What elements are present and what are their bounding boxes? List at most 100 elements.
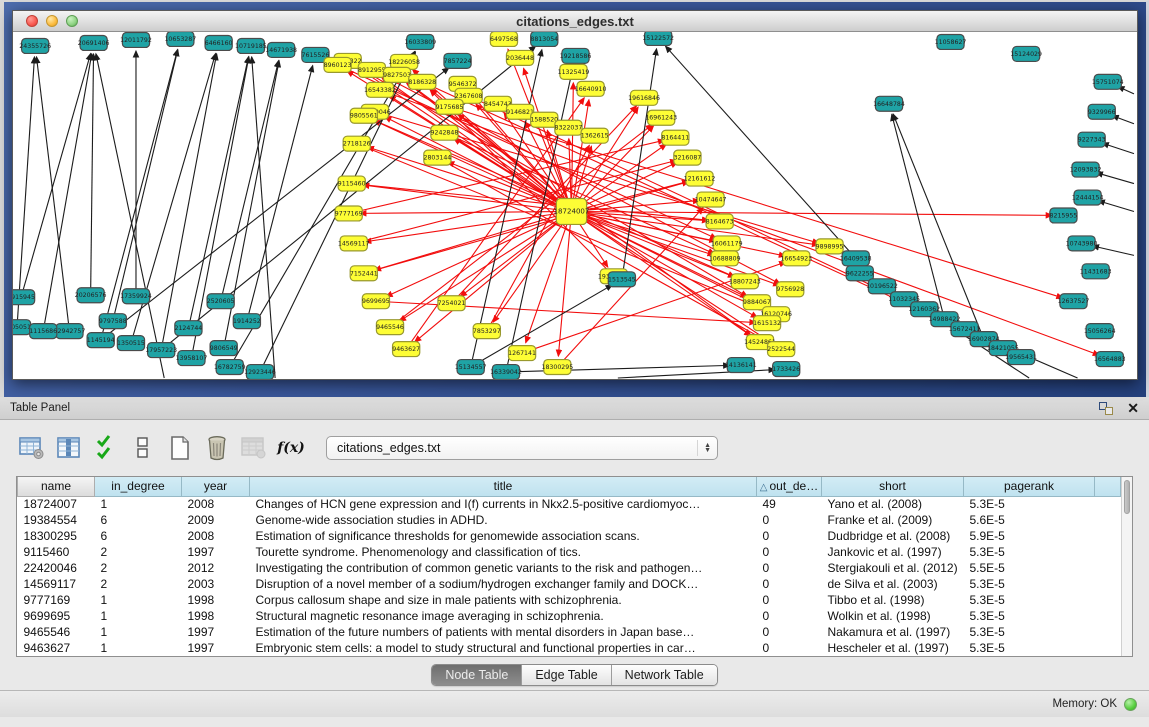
graph-node[interactable]: 16648784: [873, 96, 905, 111]
graph-node[interactable]: 10719185: [235, 38, 267, 53]
graph-node[interactable]: 16061179: [711, 236, 743, 251]
table-cell[interactable]: 0: [757, 624, 822, 640]
graph-hub-node[interactable]: 18724007: [554, 199, 590, 225]
table-cell[interactable]: 0: [757, 592, 822, 608]
graph-node[interactable]: 16409538: [840, 251, 872, 266]
graph-node[interactable]: 2520605: [207, 294, 235, 309]
graph-node[interactable]: 20691406: [78, 35, 110, 50]
graph-node[interactable]: 1267141: [508, 346, 536, 361]
graph-node[interactable]: 9756928: [776, 282, 804, 297]
table-scrollbar[interactable]: [1121, 477, 1132, 656]
table-cell[interactable]: Disruption of a novel member of a sodium…: [250, 576, 757, 592]
table-cell[interactable]: 0: [757, 544, 822, 560]
graph-node[interactable]: 1615132: [753, 316, 781, 331]
table-cell[interactable]: 5.6E-5: [964, 512, 1095, 528]
graph-node[interactable]: 6466160: [205, 35, 233, 50]
import-table-icon[interactable]: [240, 434, 268, 462]
network-canvas[interactable]: 2435572620691406120117921065328764661601…: [13, 32, 1137, 379]
table-cell[interactable]: 1998: [182, 608, 250, 624]
column-header-short[interactable]: short: [822, 477, 964, 496]
table-cell[interactable]: 5.9E-5: [964, 528, 1095, 544]
graph-node[interactable]: 8960123: [324, 57, 352, 72]
graph-node[interactable]: 11325419: [558, 64, 590, 79]
table-cell[interactable]: Wolkin et al. (1998): [822, 608, 964, 624]
graph-node[interactable]: 10474647: [695, 192, 727, 207]
table-cell[interactable]: Structural magnetic resonance image aver…: [250, 608, 757, 624]
graph-node[interactable]: 9465546: [376, 320, 404, 335]
graph-node[interactable]: 14671938: [265, 42, 297, 57]
table-cell[interactable]: 5.3E-5: [964, 592, 1095, 608]
table-cell[interactable]: 5.3E-5: [964, 576, 1095, 592]
table-cell[interactable]: 9115460: [18, 544, 95, 560]
table-cell[interactable]: 1: [95, 608, 182, 624]
graph-node[interactable]: 8813054: [530, 32, 558, 46]
table-cell[interactable]: 18300295: [18, 528, 95, 544]
graph-node[interactable]: 8186328: [408, 74, 436, 89]
graph-node[interactable]: 8505051: [13, 320, 31, 335]
graph-node[interactable]: 9806549: [210, 341, 238, 356]
graph-node[interactable]: 15134557: [455, 360, 487, 375]
table-cell[interactable]: Estimation of the future numbers of pati…: [250, 624, 757, 640]
table-cell[interactable]: 2: [95, 560, 182, 576]
show-columns-icon[interactable]: [55, 434, 83, 462]
graph-node[interactable]: 9622255: [846, 266, 874, 281]
table-cell[interactable]: 0: [757, 528, 822, 544]
graph-node[interactable]: 10688809: [709, 251, 741, 266]
table-cell[interactable]: 9463627: [18, 640, 95, 656]
table-cell[interactable]: 2003: [182, 576, 250, 592]
table-cell[interactable]: Embryonic stem cells: a model to study s…: [250, 640, 757, 656]
table-cell[interactable]: 1: [95, 624, 182, 640]
table-cell[interactable]: Tibbo et al. (1998): [822, 592, 964, 608]
function-builder-icon[interactable]: f(x): [277, 434, 305, 462]
graph-node[interactable]: 1145194: [87, 333, 115, 348]
table-cell[interactable]: Franke et al. (2009): [822, 512, 964, 528]
table-options-icon[interactable]: [18, 434, 46, 462]
graph-node[interactable]: 10743980: [1066, 236, 1098, 251]
table-cell[interactable]: Estimation of significance thresholds fo…: [250, 528, 757, 544]
graph-node[interactable]: 7152441: [350, 266, 378, 281]
graph-node[interactable]: 12923446: [244, 365, 276, 379]
graph-node[interactable]: 20206576: [75, 288, 107, 303]
graph-node[interactable]: 11058627: [935, 34, 967, 49]
graph-node[interactable]: 19218586: [560, 48, 592, 63]
graph-node[interactable]: 16033809: [404, 34, 436, 49]
graph-node[interactable]: 9797588: [99, 314, 127, 329]
table-cell[interactable]: 6: [95, 528, 182, 544]
graph-node[interactable]: 19616846: [628, 90, 660, 105]
graph-node[interactable]: 10653287: [164, 32, 196, 46]
graph-node[interactable]: 14136141: [725, 358, 757, 373]
table-cell[interactable]: 2008: [182, 496, 250, 512]
graph-node[interactable]: 9898995: [816, 239, 844, 254]
graph-node[interactable]: 3915945: [13, 290, 35, 305]
graph-node[interactable]: 16339042: [490, 365, 522, 379]
graph-node[interactable]: 9115460: [338, 176, 366, 191]
table-cell[interactable]: 9465546: [18, 624, 95, 640]
graph-node[interactable]: 18300295: [541, 360, 573, 375]
graph-node[interactable]: 6497568: [490, 32, 518, 46]
graph-node[interactable]: 13958107: [176, 351, 208, 366]
table-selector[interactable]: citations_edges.txt ▲ ▼: [326, 436, 718, 460]
table-cell[interactable]: 19384554: [18, 512, 95, 528]
graph-node[interactable]: 2522544: [767, 342, 795, 357]
graph-node[interactable]: 15122572: [642, 32, 674, 45]
table-cell[interactable]: 1997: [182, 640, 250, 656]
graph-node[interactable]: 9699695: [362, 294, 390, 309]
graph-node[interactable]: 16782759: [214, 360, 246, 375]
table-cell[interactable]: de Silva et al. (2003): [822, 576, 964, 592]
graph-node[interactable]: 15056264: [1084, 324, 1116, 339]
graph-node[interactable]: 12942757: [54, 324, 86, 339]
table-cell[interactable]: Corpus callosum shape and size in male p…: [250, 592, 757, 608]
column-header-out-de-[interactable]: △out_de…: [757, 477, 822, 496]
graph-node[interactable]: 17359924: [120, 289, 152, 304]
column-header-title[interactable]: title: [250, 477, 757, 496]
table-cell[interactable]: 5.3E-5: [964, 544, 1095, 560]
graph-node[interactable]: 2124744: [175, 321, 203, 336]
table-cell[interactable]: 2008: [182, 528, 250, 544]
graph-node[interactable]: 15124029: [1010, 46, 1042, 61]
graph-node[interactable]: 9242848: [431, 125, 459, 140]
graph-node[interactable]: 1914252: [233, 314, 261, 329]
table-row[interactable]: 1456911722003Disruption of a novel membe…: [18, 576, 1121, 592]
graph-node[interactable]: 8912955: [358, 62, 386, 77]
graph-node[interactable]: 9805561: [350, 108, 378, 123]
graph-node[interactable]: 1350515: [117, 336, 145, 351]
